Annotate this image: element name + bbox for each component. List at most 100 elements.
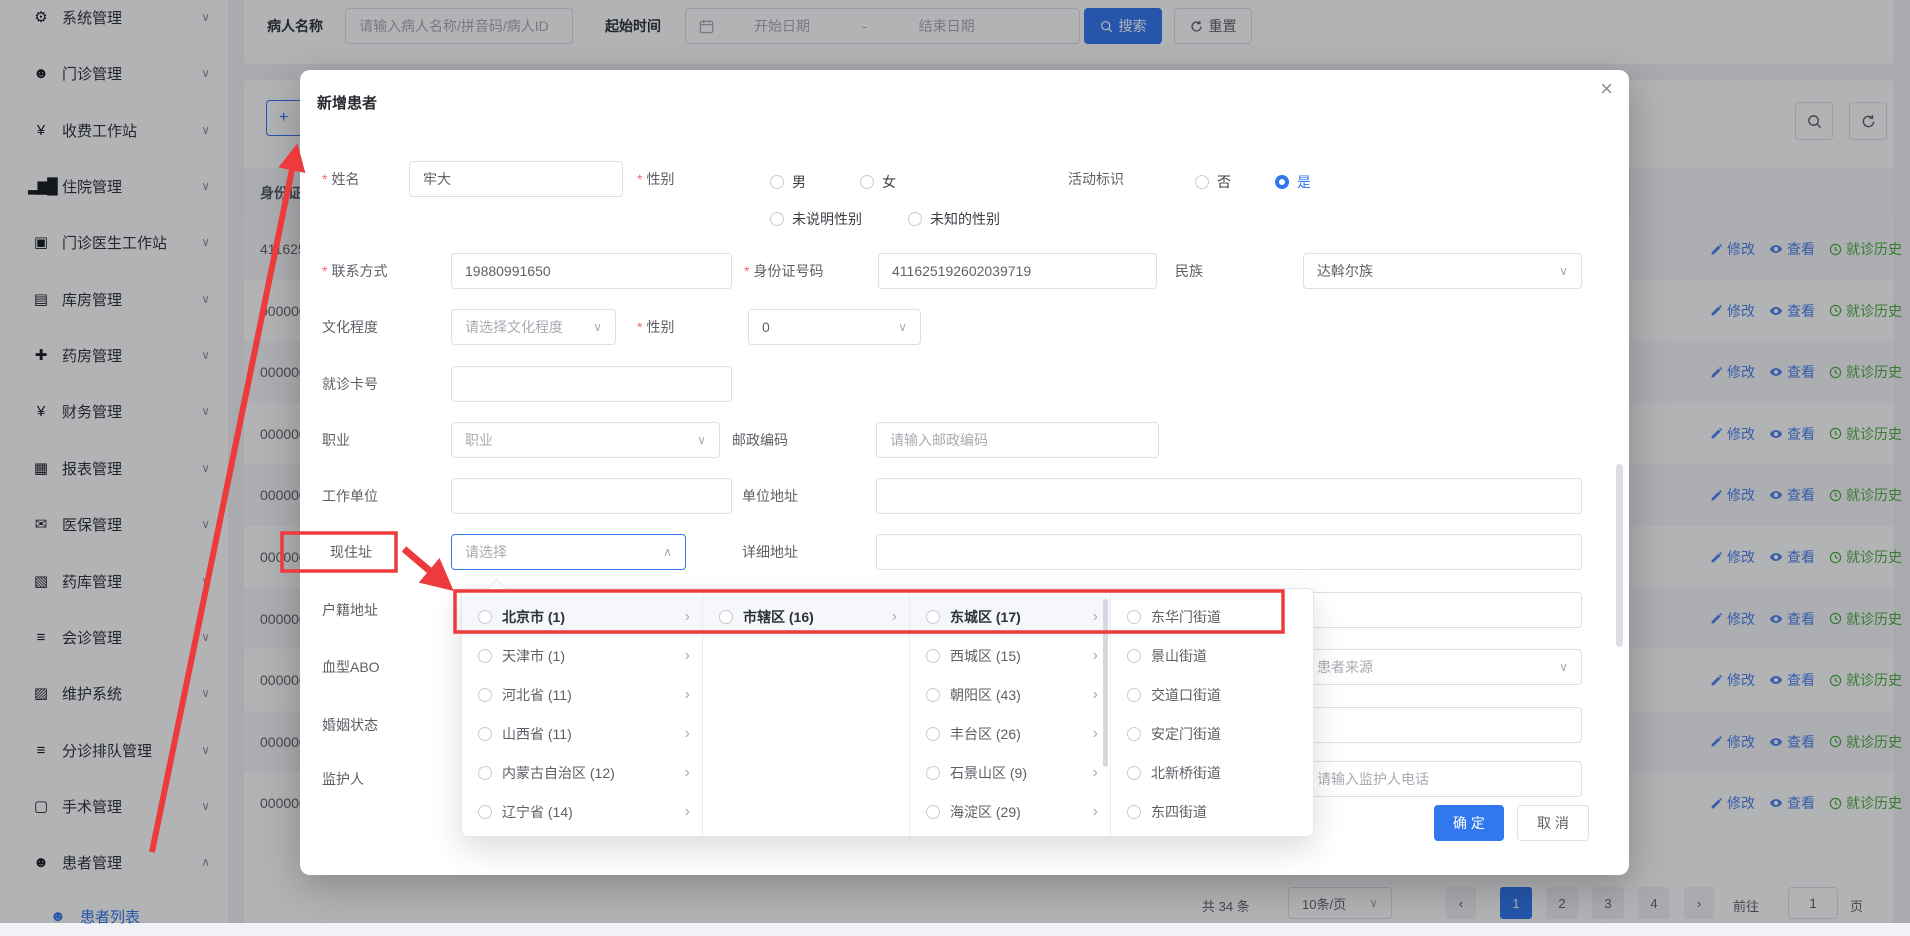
cascader-option[interactable]: 交道口街道 xyxy=(1111,675,1313,714)
cascader-option[interactable]: 山西省 (11) › xyxy=(462,714,702,753)
detail-address-label: 详细地址 xyxy=(742,534,798,570)
chevron-right-icon: › xyxy=(1093,687,1098,703)
radio-icon xyxy=(926,727,940,741)
chevron-right-icon: › xyxy=(685,765,690,781)
radio-gender-unexplained[interactable]: 未说明性别 xyxy=(770,209,862,229)
chevron-down-icon: ∨ xyxy=(697,433,706,447)
radio-icon xyxy=(926,649,940,663)
cascader-option[interactable]: 海淀区 (29) › xyxy=(910,792,1110,831)
cascader-option[interactable]: 东城区 (17)› xyxy=(910,597,1110,636)
idcard-input[interactable] xyxy=(878,253,1157,289)
cascader-option-label: 安定门街道 xyxy=(1151,724,1301,744)
cancel-button[interactable]: 取 消 xyxy=(1517,805,1589,841)
cascader-option[interactable]: 安定门街道 xyxy=(1111,714,1313,753)
cascader-option[interactable]: 天津市 (1)› xyxy=(462,636,702,675)
cascader-option[interactable]: 内蒙古自治区 (12)› xyxy=(462,753,702,792)
radio-icon xyxy=(478,649,492,663)
guardian-phone-input[interactable] xyxy=(1303,761,1582,797)
cascader-option-label: 北京市 (1) xyxy=(502,607,675,627)
cascader-column: 北京市 (1)›天津市 (1)›河北省 (11)›山西省 (11)›内蒙古自治区… xyxy=(462,589,703,836)
chevron-right-icon: › xyxy=(1093,648,1098,664)
radio-icon xyxy=(770,175,784,189)
occupation-select[interactable]: 职业∨ xyxy=(451,422,720,458)
cascader-option[interactable]: 辽宁省 (14)› xyxy=(462,792,702,831)
address-cascader-panel: 北京市 (1)›天津市 (1)›河北省 (11)›山西省 (11)›内蒙古自治区… xyxy=(461,588,1314,837)
chevron-right-icon: › xyxy=(1093,804,1098,820)
cascader-option-label: 北新桥街道 xyxy=(1151,763,1301,783)
cascader-option-label: 东四街道 xyxy=(1151,802,1301,822)
chevron-right-icon: › xyxy=(685,648,690,664)
contact-input[interactable] xyxy=(451,253,732,289)
education-select[interactable]: 请选择文化程度∨ xyxy=(451,309,616,345)
radio-icon xyxy=(860,175,874,189)
cascader-option[interactable]: 北新桥街道 xyxy=(1111,753,1313,792)
modal-scrollbar[interactable] xyxy=(1616,464,1623,647)
radio-icon xyxy=(1127,805,1141,819)
guardian-label: 监护人 xyxy=(322,761,364,797)
radio-icon xyxy=(478,688,492,702)
radio-gender-unknown[interactable]: 未知的性别 xyxy=(908,209,1000,229)
radio-icon xyxy=(719,610,733,624)
radio-male[interactable]: 男 xyxy=(770,172,806,192)
cascader-option-label: 辽宁省 (14) xyxy=(502,802,675,822)
employer-address-input[interactable] xyxy=(876,478,1582,514)
employer-address-label: 单位地址 xyxy=(742,478,798,514)
ethnic-select[interactable]: 达斡尔族∨ xyxy=(1303,253,1582,289)
detail-address-input[interactable] xyxy=(876,534,1582,570)
current-address-label: 现住址 xyxy=(330,534,372,570)
cascader-option-label: 河北省 (11) xyxy=(502,685,675,705)
cascader-option-label: 丰台区 (26) xyxy=(950,724,1083,744)
chevron-right-icon: › xyxy=(1093,726,1098,742)
idcard-label: *身份证号码 xyxy=(744,253,823,289)
cascader-option-label: 景山街道 xyxy=(1151,646,1301,666)
active-flag-label: 活动标识 xyxy=(1068,161,1124,197)
radio-icon xyxy=(926,805,940,819)
cascader-option-label: 山西省 (11) xyxy=(502,724,675,744)
registered-address-label: 户籍地址 xyxy=(322,592,378,628)
cascader-option[interactable]: 东四街道 xyxy=(1111,792,1313,831)
radio-icon xyxy=(1127,610,1141,624)
current-address-cascader[interactable]: 请选择∧ xyxy=(451,534,686,570)
chevron-down-icon: ∨ xyxy=(1559,660,1568,674)
radio-icon xyxy=(478,727,492,741)
cascader-option-label: 海淀区 (29) xyxy=(950,802,1083,822)
gender-code-select[interactable]: 0∨ xyxy=(748,309,921,345)
radio-active-yes[interactable]: 是 xyxy=(1275,172,1311,192)
contact-label: *联系方式 xyxy=(322,253,387,289)
cascader-option-label: 东城区 (17) xyxy=(950,607,1083,627)
name-label: *姓名 xyxy=(322,161,359,197)
patient-source-select[interactable]: 患者来源∨ xyxy=(1303,649,1582,685)
cascader-option[interactable]: 北京市 (1) › xyxy=(462,597,702,636)
gender-code-label: *性别 xyxy=(637,309,674,345)
chevron-right-icon: › xyxy=(685,687,690,703)
chevron-right-icon: › xyxy=(685,609,690,625)
cascader-option[interactable]: 丰台区 (26) › xyxy=(910,714,1110,753)
cascader-option[interactable]: 市辖区 (16)› xyxy=(703,597,909,636)
radio-active-no[interactable]: 否 xyxy=(1195,172,1231,192)
close-icon[interactable]: × xyxy=(1600,78,1613,100)
cascader-option[interactable]: 景山街道 xyxy=(1111,636,1313,675)
cascader-option[interactable]: 朝阳区 (43)› xyxy=(910,675,1110,714)
employer-input[interactable] xyxy=(451,478,732,514)
visit-card-input[interactable] xyxy=(451,366,732,402)
cascader-option[interactable]: 西城区 (15)› xyxy=(910,636,1110,675)
radio-icon xyxy=(1127,727,1141,741)
marital-status-label: 婚姻状态 xyxy=(322,707,378,743)
radio-icon xyxy=(1127,649,1141,663)
cascader-option[interactable]: 河北省 (11) › xyxy=(462,675,702,714)
employer-label: 工作单位 xyxy=(322,478,378,514)
occupation-label: 职业 xyxy=(322,422,350,458)
radio-icon xyxy=(770,212,784,226)
chevron-right-icon: › xyxy=(685,726,690,742)
cascader-column: 东城区 (17)›西城区 (15)›朝阳区 (43)›丰台区 (26)›石景山区… xyxy=(910,589,1111,836)
cascader-option-label: 市辖区 (16) xyxy=(743,607,882,627)
postcode-input[interactable] xyxy=(876,422,1159,458)
radio-icon xyxy=(926,610,940,624)
cascader-scrollbar[interactable] xyxy=(1103,599,1108,767)
name-input[interactable] xyxy=(409,161,623,197)
cascader-option[interactable]: 东华门街道 xyxy=(1111,597,1313,636)
cascader-option[interactable]: 石景山区 (9)› xyxy=(910,753,1110,792)
confirm-button[interactable]: 确 定 xyxy=(1434,805,1504,841)
chevron-down-icon: ∨ xyxy=(898,320,907,334)
radio-female[interactable]: 女 xyxy=(860,172,896,192)
